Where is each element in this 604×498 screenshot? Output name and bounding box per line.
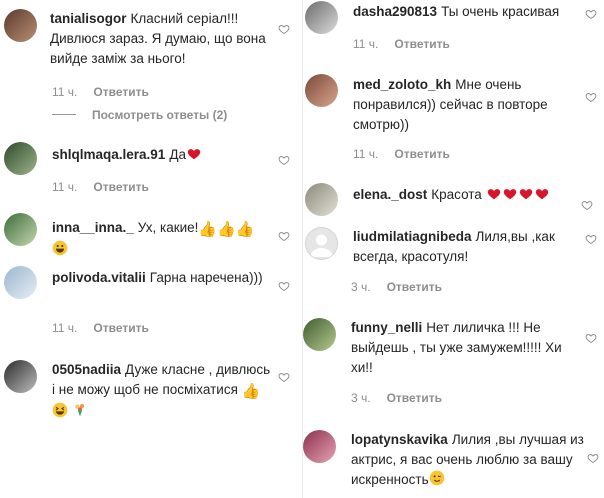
- comment-text: dasha290813 Ты очень красивая: [353, 2, 583, 22]
- view-replies-label: Посмотреть ответы (2): [92, 108, 228, 122]
- thumbs-up-emoji-icon: 👍: [217, 221, 236, 238]
- avatar[interactable]: [4, 360, 37, 393]
- comment-time: 11 ч.: [52, 85, 78, 99]
- default-avatar-icon: [310, 234, 333, 257]
- comment-meta: 3 ч. Ответить: [351, 280, 442, 294]
- comment-text: tanialisogor Класний серіал!!! Дивлюся за…: [50, 9, 272, 69]
- comment-body: Гарна наречена))): [149, 270, 263, 285]
- red-heart-emoji-icon: [487, 189, 500, 200]
- like-heart-icon[interactable]: [278, 371, 290, 383]
- comment-time: 3 ч.: [351, 391, 371, 405]
- comment-meta: 11 ч. Ответить: [353, 147, 450, 161]
- comment-time: 11 ч.: [353, 147, 379, 161]
- reply-button[interactable]: Ответить: [387, 280, 442, 294]
- like-heart-icon[interactable]: [581, 199, 593, 211]
- comment-username[interactable]: tanialisogor: [50, 11, 127, 26]
- red-heart-emoji-icon: [503, 189, 516, 200]
- like-heart-icon[interactable]: [585, 332, 597, 344]
- avatar[interactable]: [4, 266, 37, 299]
- comment-meta: 11 ч. Ответить: [353, 37, 450, 51]
- comment-meta: 11 ч. Ответить: [52, 321, 149, 335]
- red-heart-emoji-icon: [519, 189, 532, 200]
- comment-username[interactable]: med_zoloto_kh: [353, 77, 451, 92]
- red-heart-emoji-icon: [535, 189, 548, 200]
- comment-text: lopatynskavika Лилия ,вы лучшая из актрис…: [351, 430, 587, 490]
- comment-time: 3 ч.: [351, 280, 371, 294]
- grinning-face-emoji-icon: [52, 240, 68, 256]
- comment-text: shlqlmaqa.lera.91 Да: [52, 145, 274, 165]
- comments-column-left: tanialisogor Класний серіал!!! Дивлюся за…: [0, 0, 302, 498]
- comment-username[interactable]: shlqlmaqa.lera.91: [52, 147, 165, 162]
- avatar[interactable]: [305, 183, 338, 216]
- reply-button[interactable]: Ответить: [93, 321, 148, 335]
- winking-face-emoji-icon: [429, 470, 444, 486]
- view-replies-button[interactable]: Посмотреть ответы (2): [52, 108, 227, 122]
- comment-text: med_zoloto_kh Мне очень понравился)) сейч…: [353, 75, 583, 135]
- like-heart-icon[interactable]: [587, 452, 599, 464]
- thumbs-up-emoji-icon: 👍: [198, 221, 218, 238]
- avatar[interactable]: [305, 1, 338, 34]
- comment-username[interactable]: 0505nadiia: [52, 362, 121, 377]
- comment-body: Ух, какие!: [137, 220, 199, 235]
- comment-username[interactable]: lopatynskavika: [351, 432, 448, 447]
- avatar[interactable]: [303, 318, 336, 351]
- comment-username[interactable]: elena._dost: [353, 187, 427, 202]
- reply-button[interactable]: Ответить: [93, 180, 148, 194]
- like-heart-icon[interactable]: [278, 23, 290, 35]
- comment-body: Красота: [431, 187, 482, 202]
- comment-meta: 3 ч. Ответить: [351, 391, 442, 405]
- comment-text: funny_nelli Нет лиличка !!! Не выйдешь , …: [351, 318, 583, 378]
- like-heart-icon[interactable]: [278, 280, 290, 292]
- comment-text: polivoda.vitalii Гарна наречена))): [52, 268, 274, 288]
- like-heart-icon[interactable]: [585, 8, 597, 20]
- like-heart-icon[interactable]: [585, 233, 597, 245]
- divider: [52, 114, 76, 115]
- avatar[interactable]: [305, 227, 338, 260]
- comment-time: 11 ч.: [353, 37, 379, 51]
- comment-body: Да: [169, 147, 186, 162]
- reply-button[interactable]: Ответить: [394, 147, 449, 161]
- reply-button[interactable]: Ответить: [387, 391, 442, 405]
- comment-username[interactable]: funny_nelli: [351, 320, 422, 335]
- comment-text: elena._dost Красота: [353, 185, 593, 205]
- comments-column-right: dasha290813 Ты очень красивая 11 ч. Ответи…: [302, 0, 604, 498]
- comment-text: inna__inna._ Ух, какие!👍👍👍: [52, 218, 274, 260]
- avatar[interactable]: [4, 213, 37, 246]
- comment-username[interactable]: polivoda.vitalii: [52, 270, 146, 285]
- reply-button[interactable]: Ответить: [394, 37, 449, 51]
- comment-time: 11 ч.: [52, 180, 78, 194]
- comment-text: liudmilatiagnibeda Лиля,вы ,как всегда, к…: [353, 227, 583, 267]
- avatar[interactable]: [4, 142, 37, 175]
- avatar[interactable]: [305, 74, 338, 107]
- comment-meta: 11 ч. Ответить: [52, 180, 149, 194]
- avatar[interactable]: [4, 9, 37, 42]
- bouquet-emoji-icon: [74, 403, 84, 417]
- comment-username[interactable]: inna__inna._: [52, 220, 134, 235]
- comment-body: Ты очень красивая: [441, 4, 560, 19]
- comment-username[interactable]: dasha290813: [353, 4, 437, 19]
- like-heart-icon[interactable]: [278, 154, 290, 166]
- grinning-squint-face-emoji-icon: [52, 402, 68, 418]
- thumbs-up-emoji-icon: 👍: [241, 383, 261, 400]
- comment-time: 11 ч.: [52, 321, 78, 335]
- like-heart-icon[interactable]: [278, 230, 290, 242]
- thumbs-up-emoji-icon: 👍: [235, 221, 255, 238]
- comment-meta: 11 ч. Ответить: [52, 85, 149, 99]
- comment-username[interactable]: liudmilatiagnibeda: [353, 229, 472, 244]
- red-heart-emoji-icon: [187, 149, 201, 160]
- comment-text: 0505nadiia Дуже класне , дивлюсь і не мож…: [52, 360, 274, 422]
- avatar[interactable]: [303, 430, 336, 463]
- reply-button[interactable]: Ответить: [93, 85, 148, 99]
- like-heart-icon[interactable]: [585, 91, 597, 103]
